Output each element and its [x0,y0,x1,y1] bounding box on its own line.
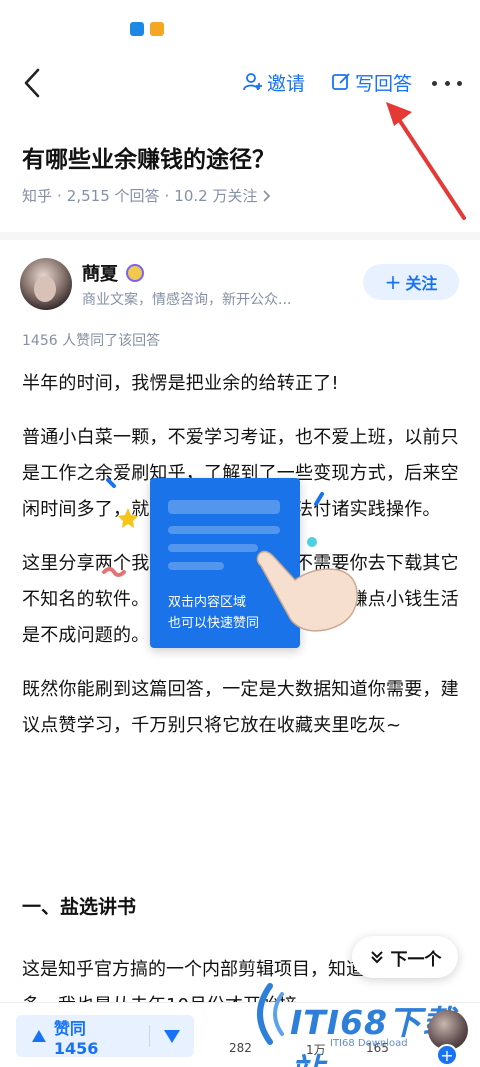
edit-icon [332,73,350,90]
invite-button[interactable]: 邀请 [243,68,305,96]
question-meta[interactable]: 知乎 · 2,515 个回答 · 10.2 万关注 [22,185,273,206]
answer-paragraph: 既然你能刷到这篇回答，一定是大数据知道你需要，建议点赞学习，千万别只将它放在收藏… [22,679,459,736]
question-title[interactable]: 有哪些业余赚钱的途径？ [22,140,275,174]
more-options-button[interactable] [432,78,462,88]
chevron-right-icon [263,189,271,202]
tip-text: 双击内容区域 也可以快速赞同 [168,592,259,634]
comment-count[interactable]: 282 [229,1041,252,1055]
triangle-down-icon [164,1029,181,1043]
author-name-text: 蔄夏 [82,264,118,285]
invite-label: 邀请 [267,72,306,95]
double-chevron-down-icon [370,951,383,964]
author-badge-icon [126,264,144,282]
app-notification-icon [150,22,164,36]
likers-count: 1456 人赞同了该回答 [22,333,161,349]
notification-icon [130,22,144,36]
upvote-label: 赞同 1456 [53,1018,99,1058]
vote-group: 赞同 1456 [16,1015,194,1058]
placeholder-bar [168,526,280,534]
write-answer-label: 写回答 [355,72,413,95]
status-bar [0,0,480,52]
follow-label: 关注 [405,274,438,293]
more-dot-icon [432,80,437,86]
placeholder-bar [168,562,224,570]
triangle-up-icon [32,1030,46,1042]
upvote-button[interactable]: 赞同 1456 [16,1015,135,1058]
next-answer-button[interactable]: 下一个 [352,936,458,978]
tip-line-2: 也可以快速赞同 [168,616,260,631]
author-row: 蔄夏 商业文案，情感咨询，新开公众... + 关注 [20,258,460,314]
placeholder-bar [168,500,280,514]
meta-separator: · [57,186,62,205]
back-button[interactable] [20,66,50,100]
placeholder-bar [168,544,258,552]
invite-person-icon [243,73,262,91]
author-name[interactable]: 蔄夏 [82,260,144,286]
more-dot-icon [457,80,462,86]
meta-separator: · [164,186,170,205]
follower-count: 10.2 万关注 [174,187,258,205]
tip-line-1: 双击内容区域 [168,595,247,610]
question-source: 知乎 [22,187,53,205]
back-arrow-icon [24,68,40,98]
follow-button[interactable]: + 关注 [363,264,459,300]
add-plus-icon[interactable]: + [436,1044,458,1066]
section-heading: 一、盐选讲书 [22,896,137,918]
answer-paragraph: 半年的时间，我愣是把业余的给转正了! [22,373,339,394]
answer-count: 2,515 个回答 [66,187,160,205]
section-divider [0,232,480,240]
author-bio: 商业文案，情感咨询，新开公众... [82,292,292,308]
author-avatar[interactable] [20,258,72,310]
watermark-subtext: ITI68 Download [330,1038,408,1049]
plus-icon: + [384,270,402,294]
next-label: 下一个 [390,949,442,970]
write-answer-button[interactable]: 写回答 [331,68,412,96]
downvote-button[interactable] [150,1015,194,1057]
red-arrow-annotation [386,102,466,220]
hand-pointer-icon [256,550,358,632]
more-dot-icon [444,80,450,86]
